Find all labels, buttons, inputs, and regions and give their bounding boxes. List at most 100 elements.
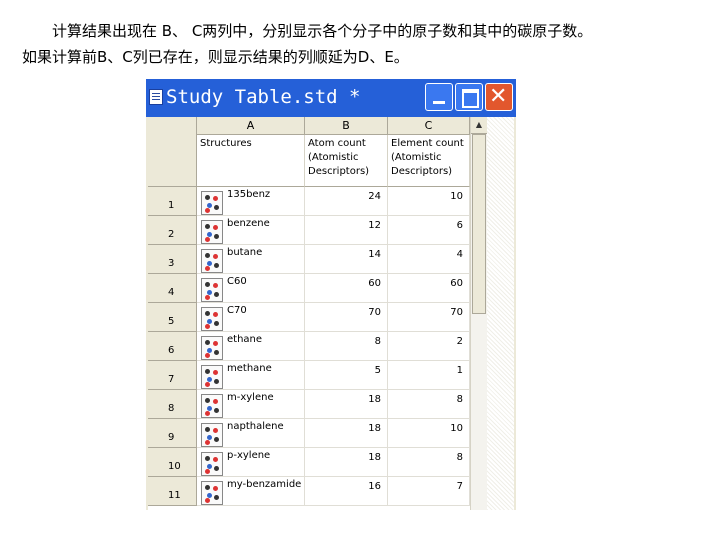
row-header[interactable]: 2 <box>148 216 197 245</box>
element-count-cell[interactable]: 6 <box>388 216 470 245</box>
vertical-scrollbar[interactable]: ▲ <box>470 117 487 510</box>
atom-count-cell[interactable]: 18 <box>305 390 388 419</box>
molecule-structure-icon <box>201 191 223 215</box>
element-count-cell[interactable]: 60 <box>388 274 470 303</box>
row-header[interactable]: 8 <box>148 390 197 419</box>
molecule-structure-icon <box>201 452 223 476</box>
minimize-icon <box>433 101 445 104</box>
row-header[interactable]: 10 <box>148 448 197 477</box>
document-icon <box>149 89 163 105</box>
structure-name: butane <box>227 247 263 258</box>
atom-count-cell-value: 18 <box>368 394 381 405</box>
row-index: 6 <box>168 345 175 356</box>
structure-cell[interactable]: benzene <box>197 216 305 245</box>
row-header[interactable]: 11 <box>148 477 197 506</box>
structure-cell[interactable]: C60 <box>197 274 305 303</box>
molecule-structure-icon <box>201 365 223 389</box>
element-count-cell[interactable]: 7 <box>388 477 470 506</box>
minimize-button[interactable] <box>425 83 453 111</box>
atom-count-cell[interactable]: 14 <box>305 245 388 274</box>
row-index: 2 <box>168 229 175 240</box>
structure-cell[interactable]: m-xylene <box>197 390 305 419</box>
structure-name: benzene <box>227 218 270 229</box>
atom-count-cell-value: 24 <box>368 191 381 202</box>
column-letter-b[interactable]: B <box>305 117 388 135</box>
intro-line-1: 计算结果出现在 B、 C两列中，分别显示各个分子中的原子数和其中的碳原子数。 <box>52 22 593 40</box>
row-index: 5 <box>168 316 175 327</box>
molecule-structure-icon <box>201 220 223 244</box>
element-count-cell-value: 8 <box>456 394 463 405</box>
element-count-cell-value: 10 <box>450 191 463 202</box>
element-count-cell[interactable]: 2 <box>388 332 470 361</box>
structure-cell[interactable]: C70 <box>197 303 305 332</box>
scroll-up-arrow-icon[interactable]: ▲ <box>471 117 487 134</box>
atom-count-cell[interactable]: 70 <box>305 303 388 332</box>
atom-count-cell[interactable]: 12 <box>305 216 388 245</box>
structure-cell[interactable]: ethane <box>197 332 305 361</box>
row-header[interactable]: 5 <box>148 303 197 332</box>
structure-name: C70 <box>227 305 247 316</box>
intro-line-2: 如果计算前B、C列已存在，则显示结果的列顺延为D、E。 <box>22 48 409 66</box>
atom-count-cell[interactable]: 60 <box>305 274 388 303</box>
atom-count-cell-value: 18 <box>368 423 381 434</box>
window-title: Study Table.std * <box>166 86 361 108</box>
maximize-button[interactable] <box>455 83 483 111</box>
element-count-cell[interactable]: 1 <box>388 361 470 390</box>
structure-cell[interactable]: p-xylene <box>197 448 305 477</box>
molecule-structure-icon <box>201 394 223 418</box>
element-count-cell-value: 60 <box>450 278 463 289</box>
element-count-cell[interactable]: 8 <box>388 448 470 477</box>
structure-cell[interactable]: methane <box>197 361 305 390</box>
scroll-thumb[interactable] <box>472 134 486 314</box>
structure-name: my-benzamide <box>227 479 302 490</box>
atom-count-cell[interactable]: 8 <box>305 332 388 361</box>
column-header-structures[interactable]: Structures <box>197 135 305 187</box>
column-header-atom-count[interactable]: Atom count (Atomistic Descriptors) <box>305 135 388 187</box>
row-index: 7 <box>168 374 175 385</box>
element-count-cell-value: 7 <box>456 481 463 492</box>
atom-count-cell[interactable]: 5 <box>305 361 388 390</box>
row-header[interactable]: 7 <box>148 361 197 390</box>
molecule-structure-icon <box>201 481 223 505</box>
atom-count-cell[interactable]: 24 <box>305 187 388 216</box>
atom-count-cell[interactable]: 16 <box>305 477 388 506</box>
row-header[interactable]: 9 <box>148 419 197 448</box>
element-count-cell[interactable]: 4 <box>388 245 470 274</box>
column-header-element-count[interactable]: Element count (Atomistic Descriptors) <box>388 135 470 187</box>
atom-count-cell-value: 18 <box>368 452 381 463</box>
structure-name: methane <box>227 363 272 374</box>
atom-count-cell[interactable]: 18 <box>305 448 388 477</box>
row-header[interactable]: 1 <box>148 187 197 216</box>
study-table-grid: A B C Structures Atom count (Atomistic D… <box>148 117 514 510</box>
structure-name: 135benz <box>227 189 271 200</box>
row-header[interactable]: 4 <box>148 274 197 303</box>
element-count-cell[interactable]: 70 <box>388 303 470 332</box>
element-count-cell[interactable]: 8 <box>388 390 470 419</box>
column-header-label: Structures <box>200 138 252 149</box>
molecule-structure-icon <box>201 307 223 331</box>
row-header[interactable]: 6 <box>148 332 197 361</box>
element-count-cell[interactable]: 10 <box>388 187 470 216</box>
table-corner[interactable] <box>148 117 197 187</box>
column-letter-c[interactable]: C <box>388 117 470 135</box>
atom-count-cell[interactable]: 18 <box>305 419 388 448</box>
row-header[interactable]: 3 <box>148 245 197 274</box>
structure-cell[interactable]: my-benzamide <box>197 477 305 506</box>
element-count-cell-value: 8 <box>456 452 463 463</box>
row-index: 10 <box>168 461 181 472</box>
row-index: 11 <box>168 490 181 501</box>
study-table-window: Study Table.std * ✕ A B C Structures Ato… <box>146 79 516 510</box>
structure-cell[interactable]: 135benz <box>197 187 305 216</box>
atom-count-cell-value: 12 <box>368 220 381 231</box>
structure-cell[interactable]: napthalene <box>197 419 305 448</box>
element-count-cell-value: 1 <box>456 365 463 376</box>
atom-count-cell-value: 60 <box>368 278 381 289</box>
element-count-cell[interactable]: 10 <box>388 419 470 448</box>
structure-cell[interactable]: butane <box>197 245 305 274</box>
title-bar[interactable]: Study Table.std * ✕ <box>146 79 516 117</box>
atom-count-cell-value: 16 <box>368 481 381 492</box>
column-letter-a[interactable]: A <box>197 117 305 135</box>
close-button[interactable]: ✕ <box>485 83 513 111</box>
molecule-structure-icon <box>201 278 223 302</box>
element-count-cell-value: 6 <box>456 220 463 231</box>
